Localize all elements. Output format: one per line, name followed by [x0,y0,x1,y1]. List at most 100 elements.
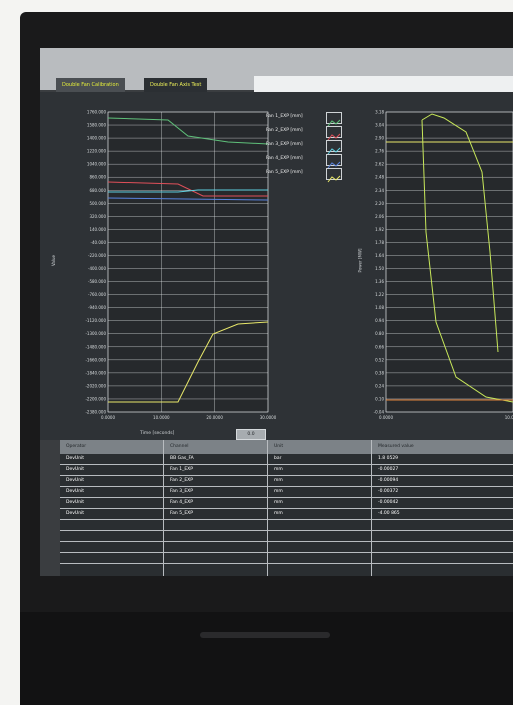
y-tick-label: 0.24 [375,383,384,388]
scale-toggle[interactable]: 0.0 [236,429,266,440]
line-style-icon[interactable] [326,154,342,169]
x-axis-unit: Time [seconds] [140,431,175,436]
plot-frame [107,111,269,413]
y-tick-label: 2.06 [375,214,384,219]
cell-value: -4.00 865 [378,511,400,516]
x-tick-label: 10.0000 [505,415,513,420]
table-row[interactable]: DevUnit Fan 2_EXP mm -0.00094 [60,476,513,487]
left-y-axis-label: Value [50,255,56,266]
y-tick-label: -1300.000 [85,331,106,336]
y-tick-label: 680.000 [89,188,106,193]
y-tick-label: -220.000 [88,253,106,258]
y-tick-label: -1660.000 [85,357,106,362]
col-header-value[interactable]: Measured value [372,440,414,454]
table-row[interactable]: DevUnit BB Gas_FA bar 1.8 0529 [60,454,513,465]
y-tick-label: 500.000 [89,201,106,206]
y-tick-label: 1.64 [375,253,384,258]
y-tick-label: 2.34 [375,188,384,193]
data-grid: Operator Channel Unit Measured value Dev… [60,440,513,576]
legend-label: Fan 1_EXP [mm] [266,114,303,119]
y-tick-label: 1.08 [375,305,384,310]
y-tick-label: 1.78 [375,240,384,245]
x-tick-label: 0.0000 [379,415,393,420]
table-row[interactable]: DevUnit Fan 1_EXP mm -0.00027 [60,465,513,476]
cell-channel: Fan 1_EXP [170,467,193,472]
legend-item[interactable]: Fan 1_EXP [mm] [266,112,356,127]
table-row[interactable]: DevUnit Fan 4_EXP mm -0.00042 [60,498,513,509]
cell-operator: DevUnit [66,456,85,461]
col-divider [267,440,268,576]
col-header-unit[interactable]: Unit [268,440,283,454]
y-tick-label: 1.36 [375,279,384,284]
y-tick-label: -1120.000 [85,318,106,323]
x-tick-label: 0.0000 [101,415,115,420]
legend-item[interactable]: Fan 4_EXP [mm] [266,154,356,169]
cell-unit: mm [274,489,283,494]
y-tick-label: -1480.000 [85,344,106,349]
col-divider [163,440,164,576]
col-divider [371,440,372,576]
y-tick-label: 1220.000 [87,149,107,154]
left-chart: 1760.000 1580.000 1400.000 1220.000 1040.000… [85,110,276,421]
y-tick-label: 3.18 [375,110,384,115]
y-tick-label: 0.38 [375,370,384,375]
y-tick-label: 3.04 [375,123,384,128]
cell-operator: DevUnit [66,511,85,516]
plot-frame [385,111,513,413]
tab-strip: Double Fan Calibration Double Fan Axis T… [40,48,513,92]
cell-channel: Fan 4_EXP [170,500,193,505]
cell-channel: Fan 2_EXP [170,478,193,483]
y-tick-label: 1580.000 [87,123,107,128]
table-row[interactable] [60,553,513,564]
cell-value: -0.00042 [378,500,399,505]
legend-item[interactable]: Fan 2_EXP [mm] [266,126,356,141]
y-tick-label: 1.50 [375,266,384,271]
cell-operator: DevUnit [66,489,85,494]
cell-unit: mm [274,478,283,483]
tab-double-fan-axis-test[interactable]: Double Fan Axis Test [144,78,208,92]
y-tick-label: -940.000 [88,305,106,310]
cell-unit: bar [274,456,282,461]
line-style-icon[interactable] [326,126,342,141]
y-tick-label: -1840.000 [85,370,106,375]
line-style-icon[interactable] [326,112,342,127]
right-y-axis-label: Power [MW] [357,248,363,273]
cell-channel: Fan 3_EXP [170,489,193,494]
y-tick-label: -2380.000 [85,410,106,415]
y-tick-label: 2.20 [375,201,384,206]
y-tick-label: 2.62 [375,162,384,167]
legend-item[interactable]: Fan 5_EXP [mm] [266,168,356,183]
legend: Fan 1_EXP [mm] Fan 2_EXP [mm] Fan 3_EXP … [266,112,356,183]
table-row[interactable] [60,520,513,531]
line-style-icon[interactable] [326,168,342,183]
tab-double-fan-calibration[interactable]: Double Fan Calibration [56,78,125,92]
table-row[interactable]: DevUnit Fan 3_EXP mm -0.00372 [60,487,513,498]
y-tick-label: -0.04 [374,410,385,415]
y-tick-label: 2.76 [375,149,384,154]
y-tick-label: -580.000 [88,279,106,284]
legend-item[interactable]: Fan 3_EXP [mm] [266,140,356,155]
y-tick-label: 140.000 [89,227,106,232]
y-tick-label: 1400.000 [87,136,107,141]
cell-unit: mm [274,500,283,505]
legend-label: Fan 3_EXP [mm] [266,142,303,147]
y-tick-label: -400.000 [88,266,106,271]
table-row[interactable] [60,531,513,542]
laptop-base [20,612,513,705]
hinge-slot [200,632,330,638]
y-tick-label: 0.80 [375,331,384,336]
table-row[interactable] [60,542,513,553]
line-style-icon[interactable] [326,140,342,155]
cell-unit: mm [274,467,283,472]
cell-channel: Fan 5_EXP [170,511,193,516]
table-row[interactable]: DevUnit Fan 5_EXP mm -4.00 865 [60,509,513,520]
x-tick-label: 20.0000 [206,415,223,420]
y-tick-label: 1040.000 [87,162,107,167]
col-header-operator[interactable]: Operator [60,440,86,454]
col-header-channel[interactable]: Channel [164,440,188,454]
right-chart: 3.18 3.04 2.90 2.76 2.62 2.48 2.34 2.20 2.06 1.92… [374,110,513,420]
y-tick-label: -2020.000 [85,383,106,388]
tab-strip-fill [254,76,513,92]
y-tick-label: 1.22 [375,292,384,297]
cell-unit: mm [274,511,283,516]
